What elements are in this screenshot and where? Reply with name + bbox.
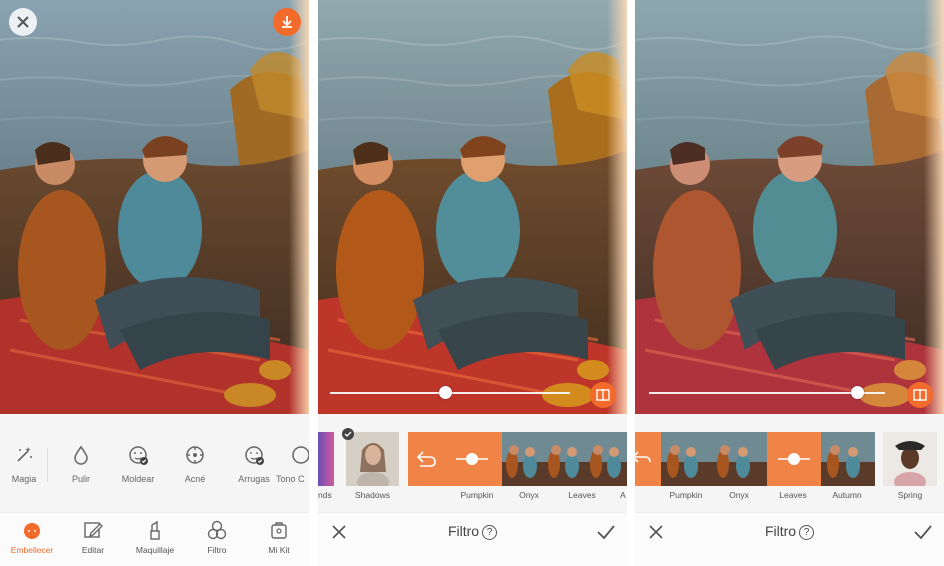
- filter-label: Pumpkin: [669, 490, 703, 500]
- title-text: Filtro: [447, 523, 480, 539]
- screen-title: Filtro?: [635, 523, 944, 540]
- apply-check-icon[interactable]: [596, 523, 616, 541]
- filter-strip: Pumpkin Onyx Leaves Autumn Spring: [635, 414, 944, 512]
- intensity-slider-knob[interactable]: [850, 386, 864, 399]
- intensity-slider[interactable]: [649, 392, 885, 394]
- title-text: Filtro: [764, 523, 797, 539]
- filter-thumbs-preview[interactable]: [821, 432, 875, 486]
- kit-bag-icon: [268, 519, 290, 541]
- compare-button[interactable]: [907, 382, 933, 408]
- tool-magia[interactable]: Magia: [0, 444, 52, 484]
- filter-thumb[interactable]: [883, 432, 937, 486]
- tool-label: Moldear: [121, 474, 155, 484]
- filter-label: A: [620, 490, 626, 500]
- filter-label: Shadows: [355, 490, 390, 500]
- tab-label: Mi Kit: [268, 545, 290, 555]
- tool-label: Acné: [184, 474, 206, 484]
- tool-arrugas[interactable]: Arrugas: [226, 444, 282, 484]
- filter-bottom-bar: Filtro?: [318, 512, 627, 566]
- selected-check-badge: [342, 428, 354, 440]
- tab-embellecer[interactable]: Embellecer: [2, 519, 62, 555]
- tab-mi-kit[interactable]: Mi Kit: [249, 519, 309, 555]
- filter-panel-pumpkin: nds Shadows Pumpkin Onyx Leaves A Filtro…: [318, 0, 627, 566]
- filter-label: Pumpkin: [460, 490, 494, 500]
- beautify-face-icon: [21, 519, 43, 541]
- compare-icon: [913, 389, 927, 401]
- intensity-adjust-icon[interactable]: [454, 449, 490, 469]
- filter-thumb[interactable]: [346, 432, 399, 486]
- help-icon[interactable]: ?: [482, 525, 498, 540]
- filter-label: Autumn: [832, 490, 862, 500]
- wrinkle-face-icon: [243, 444, 265, 466]
- intensity-adjust-icon[interactable]: [776, 449, 812, 469]
- help-icon[interactable]: ?: [799, 525, 815, 540]
- photo-edge-glow: [924, 0, 944, 414]
- tool-pulir[interactable]: Pulir: [53, 444, 109, 484]
- face-reshape-icon: [127, 444, 149, 466]
- tools-divider: [47, 448, 48, 482]
- filter-bottom-bar: Filtro?: [635, 512, 944, 566]
- photo-canvas[interactable]: [318, 0, 627, 414]
- droplet-icon: [70, 444, 92, 466]
- acne-target-icon: [184, 444, 206, 466]
- tool-label: Magia: [11, 474, 37, 484]
- tool-acne[interactable]: Acné: [167, 444, 223, 484]
- tool-tono[interactable]: Tono C: [276, 444, 309, 484]
- compare-icon: [596, 389, 610, 401]
- filter-strip: nds Shadows Pumpkin Onyx Leaves A: [318, 414, 627, 512]
- filter-thumbs-preview[interactable]: [502, 432, 627, 486]
- photo-edge-glow: [607, 0, 627, 414]
- check-icon: [344, 431, 352, 437]
- undo-icon[interactable]: [416, 449, 438, 469]
- close-button[interactable]: [9, 8, 37, 36]
- undo-icon[interactable]: [635, 449, 651, 469]
- filter-label: Onyx: [729, 490, 749, 500]
- filter-label: Spring: [897, 490, 923, 500]
- filter-label: Leaves: [568, 490, 596, 500]
- bottom-tab-bar: Embellecer Editar Maquillaje Filtro Mi K…: [0, 512, 309, 566]
- close-icon: [17, 16, 29, 28]
- lipstick-icon: [144, 519, 166, 541]
- tool-label: Arrugas: [238, 474, 270, 484]
- tab-filtro[interactable]: Filtro: [187, 519, 247, 555]
- filter-thumb[interactable]: [318, 432, 334, 486]
- tab-editar[interactable]: Editar: [63, 519, 123, 555]
- compare-button[interactable]: [590, 382, 616, 408]
- tab-label: Filtro: [207, 545, 227, 555]
- tab-maquillaje[interactable]: Maquillaje: [125, 519, 185, 555]
- beautify-panel: Magia Pulir Moldear Acné Arrugas Tono C …: [0, 0, 309, 566]
- photo-canvas[interactable]: [0, 0, 309, 414]
- magic-wand-icon: [13, 444, 35, 466]
- filter-thumbs-preview[interactable]: [661, 432, 767, 486]
- apply-check-icon[interactable]: [913, 523, 933, 541]
- tool-moldear[interactable]: Moldear: [110, 444, 166, 484]
- beautify-tools: Magia Pulir Moldear Acné Arrugas Tono C: [0, 414, 309, 512]
- tab-label: Editar: [81, 545, 105, 555]
- filter-group: [408, 432, 627, 486]
- filter-label: Onyx: [519, 490, 539, 500]
- filter-panel-leaves: Pumpkin Onyx Leaves Autumn Spring Filtro…: [635, 0, 944, 566]
- edit-pencil-icon: [82, 519, 104, 541]
- photo-canvas[interactable]: [635, 0, 944, 414]
- screen-title: Filtro?: [318, 523, 627, 540]
- skin-tone-icon: [290, 444, 309, 466]
- filter-circles-icon: [206, 519, 228, 541]
- filter-group: [635, 432, 875, 486]
- download-icon: [282, 16, 292, 28]
- tool-label: Tono C: [276, 474, 305, 484]
- photo-edge-glow: [289, 0, 309, 414]
- filter-label: nds: [318, 490, 332, 500]
- filter-label: Leaves: [779, 490, 807, 500]
- download-button[interactable]: [273, 8, 301, 36]
- tab-label: Embellecer: [10, 545, 54, 555]
- tool-label: Pulir: [71, 474, 90, 484]
- tab-label: Maquillaje: [135, 545, 175, 555]
